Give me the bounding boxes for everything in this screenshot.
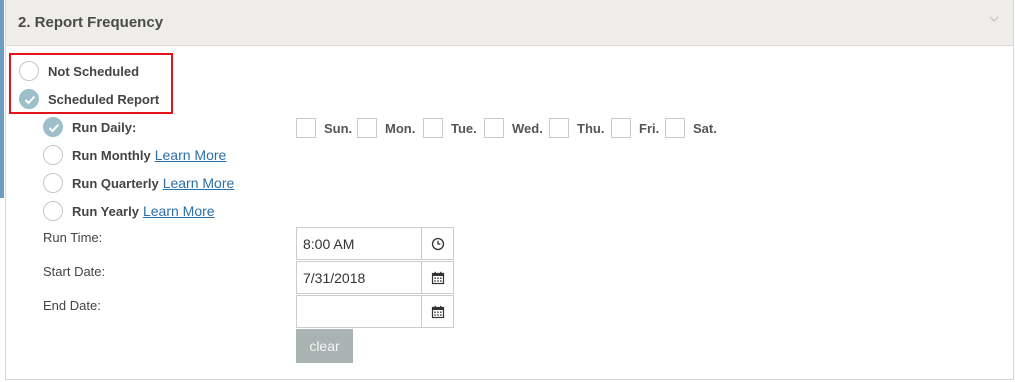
day-checkbox-friday[interactable]: Fri. xyxy=(611,117,659,139)
radio-scheduled-report[interactable]: Scheduled Report xyxy=(19,87,159,111)
day-checkbox-tuesday[interactable]: Tue. xyxy=(423,117,477,139)
panel-header[interactable]: 2. Report Frequency xyxy=(6,0,1013,46)
radio-not-scheduled[interactable]: Not Scheduled xyxy=(19,59,139,83)
day-label-mon: Mon. xyxy=(385,120,416,136)
learn-more-link-yearly[interactable]: Learn More xyxy=(143,203,215,219)
clock-icon[interactable] xyxy=(421,227,454,260)
start-date-label: Start Date: xyxy=(43,264,106,279)
day-checkbox-thursday[interactable]: Thu. xyxy=(549,117,604,139)
day-checkbox-saturday[interactable]: Sat. xyxy=(665,117,717,139)
day-label-sun: Sun. xyxy=(324,120,353,136)
radio-label-run-monthly: Run Monthly xyxy=(72,147,151,163)
end-date-input[interactable] xyxy=(296,295,421,328)
radio-label-run-quarterly: Run Quarterly xyxy=(72,175,159,191)
radio-run-yearly[interactable]: Run Yearly Learn More xyxy=(43,199,215,223)
learn-more-link-quarterly[interactable]: Learn More xyxy=(163,175,235,191)
report-frequency-page: 2. Report Frequency Not Scheduled Schedu… xyxy=(0,0,1015,382)
day-checkbox-sunday[interactable]: Sun. xyxy=(296,117,352,139)
radio-run-quarterly[interactable]: Run Quarterly Learn More xyxy=(43,171,234,195)
calendar-icon[interactable] xyxy=(421,295,454,328)
day-label-sat: Sat. xyxy=(693,120,717,136)
day-label-fri: Fri. xyxy=(639,120,660,136)
radio-label-scheduled-report: Scheduled Report xyxy=(48,91,160,107)
day-label-thu: Thu. xyxy=(577,120,605,136)
radio-button-checked[interactable] xyxy=(43,117,63,137)
start-date-input-group xyxy=(296,261,454,294)
radio-button[interactable] xyxy=(43,173,63,193)
checkbox[interactable] xyxy=(484,118,504,138)
day-checkbox-monday[interactable]: Mon. xyxy=(357,117,415,139)
day-checkbox-wednesday[interactable]: Wed. xyxy=(484,117,543,139)
radio-run-daily[interactable]: Run Daily: xyxy=(43,115,136,139)
left-accent-bar xyxy=(0,0,4,198)
run-time-label: Run Time: xyxy=(43,230,103,245)
section-title: 2. Report Frequency xyxy=(18,14,164,31)
radio-button-checked[interactable] xyxy=(19,89,39,109)
run-time-input[interactable] xyxy=(296,227,421,260)
radio-label-run-yearly: Run Yearly xyxy=(72,203,139,219)
checkbox[interactable] xyxy=(549,118,569,138)
checkmark-icon xyxy=(24,95,36,105)
checkbox[interactable] xyxy=(296,118,316,138)
end-date-label: End Date: xyxy=(43,298,101,313)
end-date-input-group xyxy=(296,295,454,328)
radio-button[interactable] xyxy=(19,61,39,81)
checkmark-icon xyxy=(48,123,60,133)
day-label-wed: Wed. xyxy=(512,120,543,136)
checkbox[interactable] xyxy=(357,118,377,138)
clear-button[interactable]: clear xyxy=(296,329,353,363)
checkbox[interactable] xyxy=(611,118,631,138)
run-time-input-group xyxy=(296,227,454,260)
start-date-input[interactable] xyxy=(296,261,421,294)
radio-button[interactable] xyxy=(43,145,63,165)
radio-label-not-scheduled: Not Scheduled xyxy=(48,63,140,79)
radio-run-monthly[interactable]: Run Monthly Learn More xyxy=(43,143,226,167)
radio-button[interactable] xyxy=(43,201,63,221)
checkbox[interactable] xyxy=(665,118,685,138)
radio-label-run-daily: Run Daily: xyxy=(72,119,137,135)
calendar-icon[interactable] xyxy=(421,261,454,294)
checkbox[interactable] xyxy=(423,118,443,138)
chevron-down-icon[interactable] xyxy=(987,12,1001,26)
day-label-tue: Tue. xyxy=(451,120,477,136)
learn-more-link-monthly[interactable]: Learn More xyxy=(155,147,227,163)
